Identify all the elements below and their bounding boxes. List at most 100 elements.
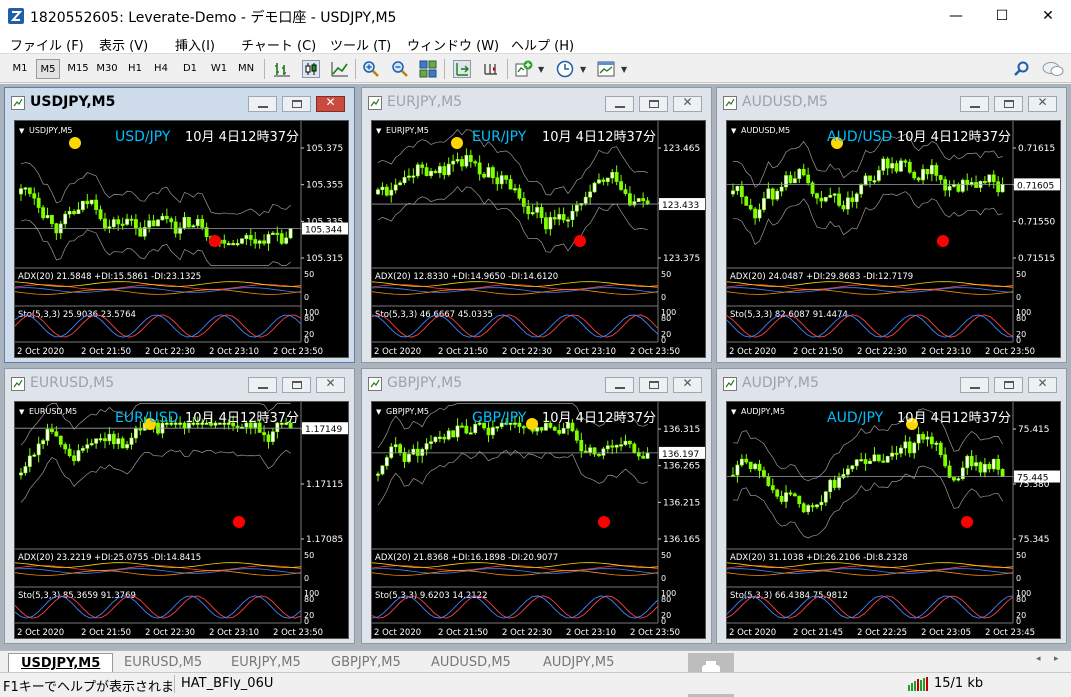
candle-body (921, 434, 925, 440)
templates-icon[interactable] (597, 60, 615, 78)
chart-window-eurusd-m5[interactable]: EURUSD,M5 ✕ ▼ EURUSD,M5 EUR/USD 10月 4日12時37分 1… (4, 368, 355, 644)
indicators-icon[interactable] (515, 60, 533, 78)
chart-restore-button[interactable] (994, 96, 1023, 112)
timeframe-h4[interactable]: H4 (149, 59, 173, 79)
candle-body (495, 426, 500, 429)
chart-menu-arrow-icon[interactable]: ▼ (19, 127, 25, 135)
chart-restore-button[interactable] (994, 377, 1023, 393)
timeframe-h1[interactable]: H1 (123, 59, 147, 79)
chevron-down-icon[interactable]: ▼ (621, 65, 627, 74)
tab-gbpjpy-m5[interactable]: GBPJPY,M5 (319, 653, 413, 673)
chart-minimize-button[interactable] (248, 96, 277, 112)
chart-window-eurjpy-m5[interactable]: EURJPY,M5 ✕ ▼ EURJPY,M5 EUR/JPY 10月 4日12時37分 1… (361, 87, 712, 363)
chart-minimize-button[interactable] (960, 377, 989, 393)
chart-minimize-button[interactable] (248, 377, 277, 393)
timeframe-d1[interactable]: D1 (178, 59, 202, 79)
chart-close-button[interactable]: ✕ (673, 95, 702, 112)
menu-insert[interactable]: 挿入(I) (175, 35, 215, 54)
chart-minimize-button[interactable] (605, 96, 634, 112)
price-chart[interactable]: ▼EURUSD,M5EUR/USD10月 4日12時37分1.171751.17… (14, 401, 349, 639)
menu-help[interactable]: ヘルプ (H) (511, 35, 574, 54)
timeframe-mn[interactable]: MN (233, 59, 259, 79)
tab-usdjpy-m5[interactable]: USDJPY,M5 (8, 653, 114, 673)
timeframe-m5[interactable]: M5 (36, 59, 60, 79)
candle-body (960, 179, 965, 192)
zoom-in-icon[interactable] (362, 60, 380, 78)
chart-menu-arrow-icon[interactable]: ▼ (376, 408, 382, 416)
menu-view[interactable]: 表示 (V) (99, 35, 148, 54)
chart-window-usdjpy-m5[interactable]: USDJPY,M5 ✕ ▼ USDJPY,M5 USD/JPY 10月 4日12時37分 1… (4, 87, 355, 363)
tab-scroll-left-icon[interactable]: ◂ (1036, 654, 1041, 664)
tab-eurjpy-m5[interactable]: EURJPY,M5 (219, 653, 313, 673)
tab-scroll-right-icon[interactable]: ▸ (1054, 654, 1059, 664)
chart-menu-arrow-icon[interactable]: ▼ (19, 408, 25, 416)
autoscroll-icon[interactable] (453, 60, 471, 78)
chevron-down-icon[interactable]: ▼ (580, 65, 586, 74)
candle-body (513, 188, 517, 191)
candle-body (32, 193, 37, 199)
chart-shift-icon[interactable] (482, 60, 500, 78)
chart-window-audusd-m5[interactable]: AUDUSD,M5 ✕ ▼ AUDUSD,M5 AUD/USD 10月 4日12時37分 0… (716, 87, 1067, 363)
line-chart-icon[interactable] (331, 60, 349, 78)
price-chart[interactable]: ▼ EURJPY,M5 EUR/JPY 10月 4日12時37分 123.465 123.… (371, 120, 706, 358)
zoom-out-icon[interactable] (391, 60, 409, 78)
timeframe-w1[interactable]: W1 (207, 59, 231, 79)
candle-body (380, 465, 385, 475)
chart-canvas[interactable]: ▼ GBPJPY,M5 GBP/JPY 10月 4日12時37分 136.315 136.… (372, 402, 706, 639)
chart-window-audjpy-m5[interactable]: AUDJPY,M5 ✕ ▼ AUDJPY,M5 AUD/JPY 10月 4日12時37分 7… (716, 368, 1067, 644)
chart-minimize-button[interactable] (960, 96, 989, 112)
candle-body (80, 448, 85, 451)
chart-close-button[interactable]: ✕ (673, 376, 702, 393)
chart-restore-button[interactable] (282, 377, 311, 393)
maximize-button[interactable]: ☐ (979, 0, 1025, 32)
minimize-button[interactable]: — (933, 0, 979, 32)
close-button[interactable]: ✕ (1025, 0, 1071, 32)
menu-tools[interactable]: ツール (T) (330, 35, 391, 54)
price-chart[interactable]: ▼ AUDUSD,M5 AUD/USD 10月 4日12時37分 0.71615 0.71… (726, 120, 1061, 358)
price-tick-label: 0.71615 (1018, 144, 1055, 154)
periodicity-icon[interactable] (556, 60, 574, 78)
chart-pair-label: EUR/USD (115, 410, 178, 426)
bar-chart-icon[interactable] (273, 60, 291, 78)
candle-body (125, 218, 129, 225)
chart-menu-arrow-icon[interactable]: ▼ (376, 127, 382, 135)
chart-menu-arrow-icon[interactable]: ▼ (731, 127, 737, 135)
menu-file[interactable]: ファイル (F) (10, 35, 84, 54)
chat-icon[interactable] (1042, 60, 1064, 78)
tab-audusd-m5[interactable]: AUDUSD,M5 (419, 653, 523, 673)
chart-restore-button[interactable] (639, 377, 668, 393)
search-icon[interactable] (1013, 60, 1031, 78)
time-axis-label: 2 Oct 23:45 (985, 628, 1035, 638)
chart-canvas[interactable]: ▼ AUDJPY,M5 AUD/JPY 10月 4日12時37分75.41575.38… (727, 402, 1061, 639)
timeframe-m15[interactable]: M15 (64, 59, 92, 79)
chart-minimize-button[interactable] (605, 377, 634, 393)
chart-menu-arrow-icon[interactable]: ▼ (731, 408, 737, 416)
chevron-down-icon[interactable]: ▼ (538, 65, 544, 74)
chart-canvas[interactable]: ▼EURUSD,M5EUR/USD10月 4日12時37分1.171751.17… (15, 402, 349, 639)
chart-canvas[interactable]: ▼ EURJPY,M5 EUR/JPY 10月 4日12時37分 123.465 123.… (372, 121, 706, 358)
tab-audjpy-m5[interactable]: AUDJPY,M5 (531, 653, 626, 673)
chart-close-button[interactable]: ✕ (1028, 95, 1057, 112)
chart-close-button[interactable]: ✕ (1028, 376, 1057, 393)
chart-close-button[interactable]: ✕ (316, 376, 345, 393)
adx-line (15, 568, 302, 574)
menu-window[interactable]: ウィンドウ (W) (407, 35, 499, 54)
menu-chart[interactable]: チャート (C) (241, 35, 316, 54)
chart-window-gbpjpy-m5[interactable]: GBPJPY,M5 ✕ ▼ GBPJPY,M5 GBP/JPY 10月 4日12時37分 1… (361, 368, 712, 644)
tab-eurusd-m5[interactable]: EURUSD,M5 (112, 653, 214, 673)
bollinger-band-line (377, 186, 648, 253)
chart-canvas[interactable]: ▼ USDJPY,M5 USD/JPY 10月 4日12時37分 105.375 105.… (15, 121, 349, 358)
price-chart[interactable]: ▼ AUDJPY,M5 AUD/JPY 10月 4日12時37分 75.415 75.38… (726, 401, 1061, 639)
candlestick-icon[interactable] (302, 60, 320, 78)
timeframe-m30[interactable]: M30 (93, 59, 121, 79)
tile-windows-icon[interactable] (419, 60, 437, 78)
price-chart[interactable]: ▼ USDJPY,M5 USD/JPY 10月 4日12時37分 105.375 105.… (14, 120, 349, 358)
chart-restore-button[interactable] (282, 96, 311, 112)
chart-canvas[interactable]: ▼ AUDUSD,M5 AUD/USD 10月 4日12時37分 0.71615 0.71… (727, 121, 1061, 358)
chart-restore-button[interactable] (639, 96, 668, 112)
chart-close-button[interactable]: ✕ (316, 95, 345, 112)
candle-body (437, 166, 442, 174)
timeframe-m1[interactable]: M1 (8, 59, 32, 79)
price-chart[interactable]: ▼ GBPJPY,M5 GBP/JPY 10月 4日12時37分 136.315 136.… (371, 401, 706, 639)
stochastic-scale-label: 0 (304, 336, 309, 345)
